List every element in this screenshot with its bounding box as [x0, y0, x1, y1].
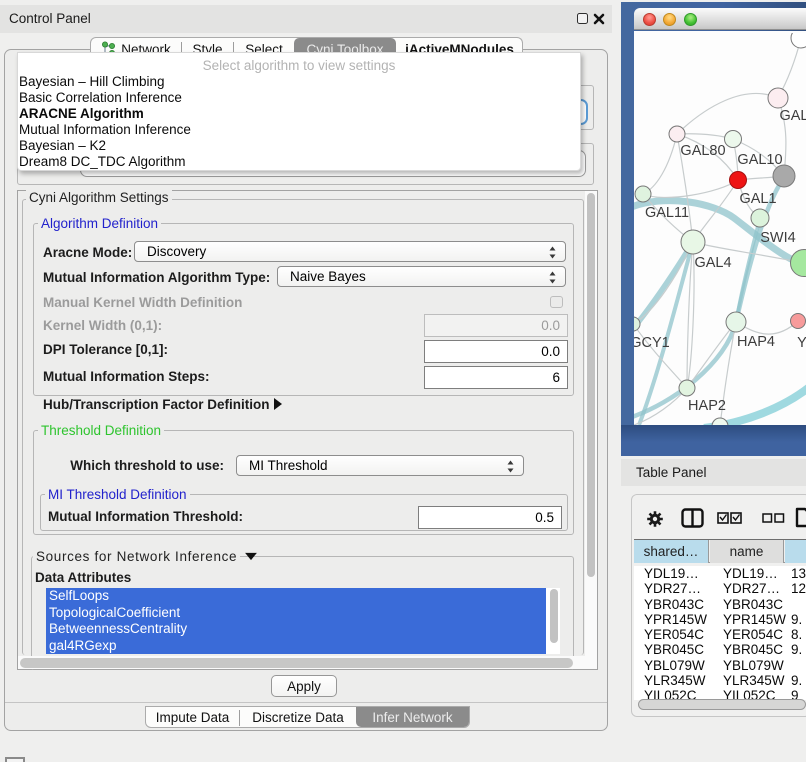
svg-text:SWI4: SWI4	[760, 230, 795, 246]
svg-text:GAL1: GAL1	[739, 191, 776, 207]
svg-text:GCY1: GCY1	[634, 335, 670, 351]
svg-text:GAL80: GAL80	[680, 143, 725, 159]
svg-text:Y: Y	[797, 335, 806, 351]
svg-text:GAL: GAL	[779, 108, 806, 124]
svg-text:HAP4: HAP4	[737, 334, 775, 350]
svg-text:GAL4: GAL4	[694, 255, 731, 271]
svg-text:GAL10: GAL10	[737, 152, 782, 168]
svg-text:HAP2: HAP2	[688, 398, 726, 414]
svg-text:GAL11: GAL11	[645, 205, 689, 221]
